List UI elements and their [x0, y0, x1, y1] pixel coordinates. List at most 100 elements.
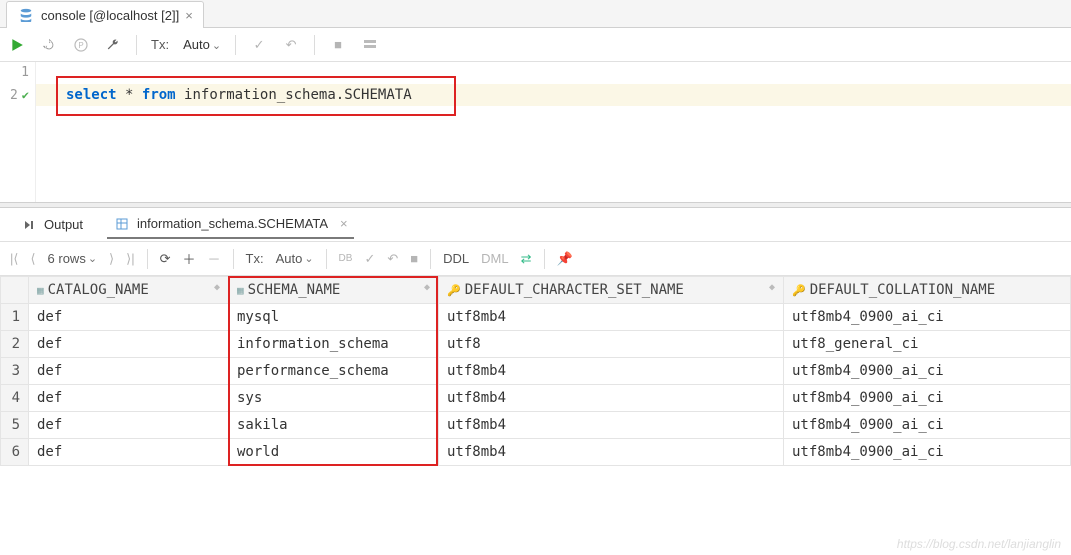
table-row[interactable]: 4defsysutf8mb4utf8mb4_0900_ai_ci [1, 385, 1071, 412]
col-header-collation[interactable]: 🔑DEFAULT_COLLATION_NAME [784, 277, 1071, 304]
first-page-icon[interactable]: |⟨ [10, 251, 18, 267]
result-tabbar: Output information_schema.SCHEMATA × [0, 208, 1071, 242]
tx-mode-dropdown[interactable]: Auto [276, 251, 314, 266]
editor-tab-console[interactable]: console [@localhost [2]] × [6, 1, 204, 28]
tab-schemata[interactable]: information_schema.SCHEMATA × [107, 211, 354, 239]
output-icon [20, 216, 38, 234]
remove-row-icon[interactable]: － [208, 249, 221, 268]
row-number: 3 [1, 358, 29, 385]
reload-icon[interactable]: ⟳ [160, 251, 171, 267]
run-icon[interactable] [8, 36, 26, 54]
rownum-header [1, 277, 29, 304]
row-number: 1 [1, 304, 29, 331]
table-row[interactable]: 1defmysqlutf8mb4utf8mb4_0900_ai_ci [1, 304, 1071, 331]
col-label: SCHEMA_NAME [248, 282, 341, 298]
next-page-icon[interactable]: ⟩ [109, 251, 114, 267]
close-icon[interactable]: × [185, 8, 193, 23]
cell-charset[interactable]: utf8mb4 [439, 358, 784, 385]
separator [544, 249, 545, 269]
tx-mode-dropdown[interactable]: Auto [183, 37, 221, 52]
table-row[interactable]: 2definformation_schemautf8utf8_general_c… [1, 331, 1071, 358]
col-header-catalog[interactable]: ▦CATALOG_NAME◆ [29, 277, 229, 304]
result-table[interactable]: ▦CATALOG_NAME◆ ▦SCHEMA_NAME◆ 🔑DEFAULT_CH… [0, 276, 1071, 466]
ddl-button[interactable]: DDL [443, 251, 469, 266]
table-header-row: ▦CATALOG_NAME◆ ▦SCHEMA_NAME◆ 🔑DEFAULT_CH… [1, 277, 1071, 304]
sort-icon[interactable]: ◆ [214, 282, 220, 293]
cell-collation[interactable]: utf8mb4_0900_ai_ci [784, 439, 1071, 466]
stop-icon[interactable]: ■ [410, 251, 418, 266]
view-mode-icon[interactable] [361, 36, 379, 54]
table-row[interactable]: 3defperformance_schemautf8mb4utf8mb4_090… [1, 358, 1071, 385]
cell-schema[interactable]: sakila [229, 412, 439, 439]
separator [233, 249, 234, 269]
separator [430, 249, 431, 269]
cell-collation[interactable]: utf8mb4_0900_ai_ci [784, 358, 1071, 385]
tab-output[interactable]: Output [14, 212, 89, 238]
commit-icon[interactable]: ✓ [364, 251, 375, 267]
wrench-icon[interactable] [104, 36, 122, 54]
last-page-icon[interactable]: ⟩| [126, 251, 134, 267]
cell-catalog[interactable]: def [29, 358, 229, 385]
code-area[interactable]: select * from information_schema.SCHEMAT… [36, 62, 1071, 202]
cell-collation[interactable]: utf8mb4_0900_ai_ci [784, 385, 1071, 412]
table-icon [113, 215, 131, 233]
cell-schema[interactable]: mysql [229, 304, 439, 331]
prev-page-icon[interactable]: ⟨ [30, 251, 35, 267]
cell-catalog[interactable]: def [29, 304, 229, 331]
row-number: 2 [1, 331, 29, 358]
stop-icon[interactable]: ■ [329, 36, 347, 54]
table-row[interactable]: 5defsakilautf8mb4utf8mb4_0900_ai_ci [1, 412, 1071, 439]
cell-catalog[interactable]: def [29, 331, 229, 358]
col-label: CATALOG_NAME [48, 282, 149, 298]
cell-schema[interactable]: world [229, 439, 439, 466]
close-icon[interactable]: × [340, 216, 348, 231]
editor-tabbar: console [@localhost [2]] × [0, 0, 1071, 28]
key-icon: 🔑 [792, 284, 806, 297]
table-row[interactable]: 6defworldutf8mb4utf8mb4_0900_ai_ci [1, 439, 1071, 466]
cell-schema[interactable]: information_schema [229, 331, 439, 358]
commit-icon[interactable]: ✓ [250, 36, 268, 54]
db-icon[interactable]: DB [339, 253, 353, 264]
result-toolbar: |⟨ ⟨ 6 rows ⟩ ⟩| ⟳ ＋ － Tx: Auto DB ✓ ↶ ■… [0, 242, 1071, 276]
result-grid: ▦CATALOG_NAME◆ ▦SCHEMA_NAME◆ 🔑DEFAULT_CH… [0, 276, 1071, 466]
rollback-icon[interactable]: ↶ [282, 36, 300, 54]
sql-editor[interactable]: 1 2✔ select * from information_schema.SC… [0, 62, 1071, 202]
database-console-icon [17, 6, 35, 24]
cell-charset[interactable]: utf8mb4 [439, 304, 784, 331]
sort-icon[interactable]: ◆ [769, 282, 775, 293]
pin-icon[interactable]: 📌 [557, 251, 573, 267]
watermark: https://blog.csdn.net/lanjianglin [897, 537, 1061, 551]
dml-button[interactable]: DML [481, 251, 508, 266]
key-icon: 🔑 [447, 284, 461, 297]
cell-charset[interactable]: utf8mb4 [439, 412, 784, 439]
editor-toolbar: P Tx: Auto ✓ ↶ ■ [0, 28, 1071, 62]
svg-text:P: P [78, 41, 83, 50]
cell-schema[interactable]: performance_schema [229, 358, 439, 385]
row-number: 4 [1, 385, 29, 412]
add-row-icon[interactable]: ＋ [182, 249, 195, 268]
transpose-icon[interactable]: ⇄ [521, 251, 532, 267]
cell-catalog[interactable]: def [29, 412, 229, 439]
explain-plan-icon[interactable]: P [72, 36, 90, 54]
row-number: 5 [1, 412, 29, 439]
separator [235, 35, 236, 55]
cell-charset[interactable]: utf8mb4 [439, 439, 784, 466]
cell-charset[interactable]: utf8 [439, 331, 784, 358]
separator [136, 35, 137, 55]
separator [314, 35, 315, 55]
cell-catalog[interactable]: def [29, 385, 229, 412]
cell-catalog[interactable]: def [29, 439, 229, 466]
cell-collation[interactable]: utf8mb4_0900_ai_ci [784, 412, 1071, 439]
sort-icon[interactable]: ◆ [424, 282, 430, 293]
col-header-schema[interactable]: ▦SCHEMA_NAME◆ [229, 277, 439, 304]
rollback-icon[interactable]: ↶ [387, 251, 398, 267]
separator [147, 249, 148, 269]
cell-collation[interactable]: utf8mb4_0900_ai_ci [784, 304, 1071, 331]
cell-schema[interactable]: sys [229, 385, 439, 412]
cell-collation[interactable]: utf8_general_ci [784, 331, 1071, 358]
col-header-charset[interactable]: 🔑 DEFAULT_CHARACTER_SET_NAME ◆ [439, 277, 784, 304]
rows-count-dropdown[interactable]: 6 rows [48, 251, 98, 266]
history-icon[interactable] [40, 36, 58, 54]
cell-charset[interactable]: utf8mb4 [439, 385, 784, 412]
col-label: DEFAULT_CHARACTER_SET_NAME [465, 282, 684, 298]
